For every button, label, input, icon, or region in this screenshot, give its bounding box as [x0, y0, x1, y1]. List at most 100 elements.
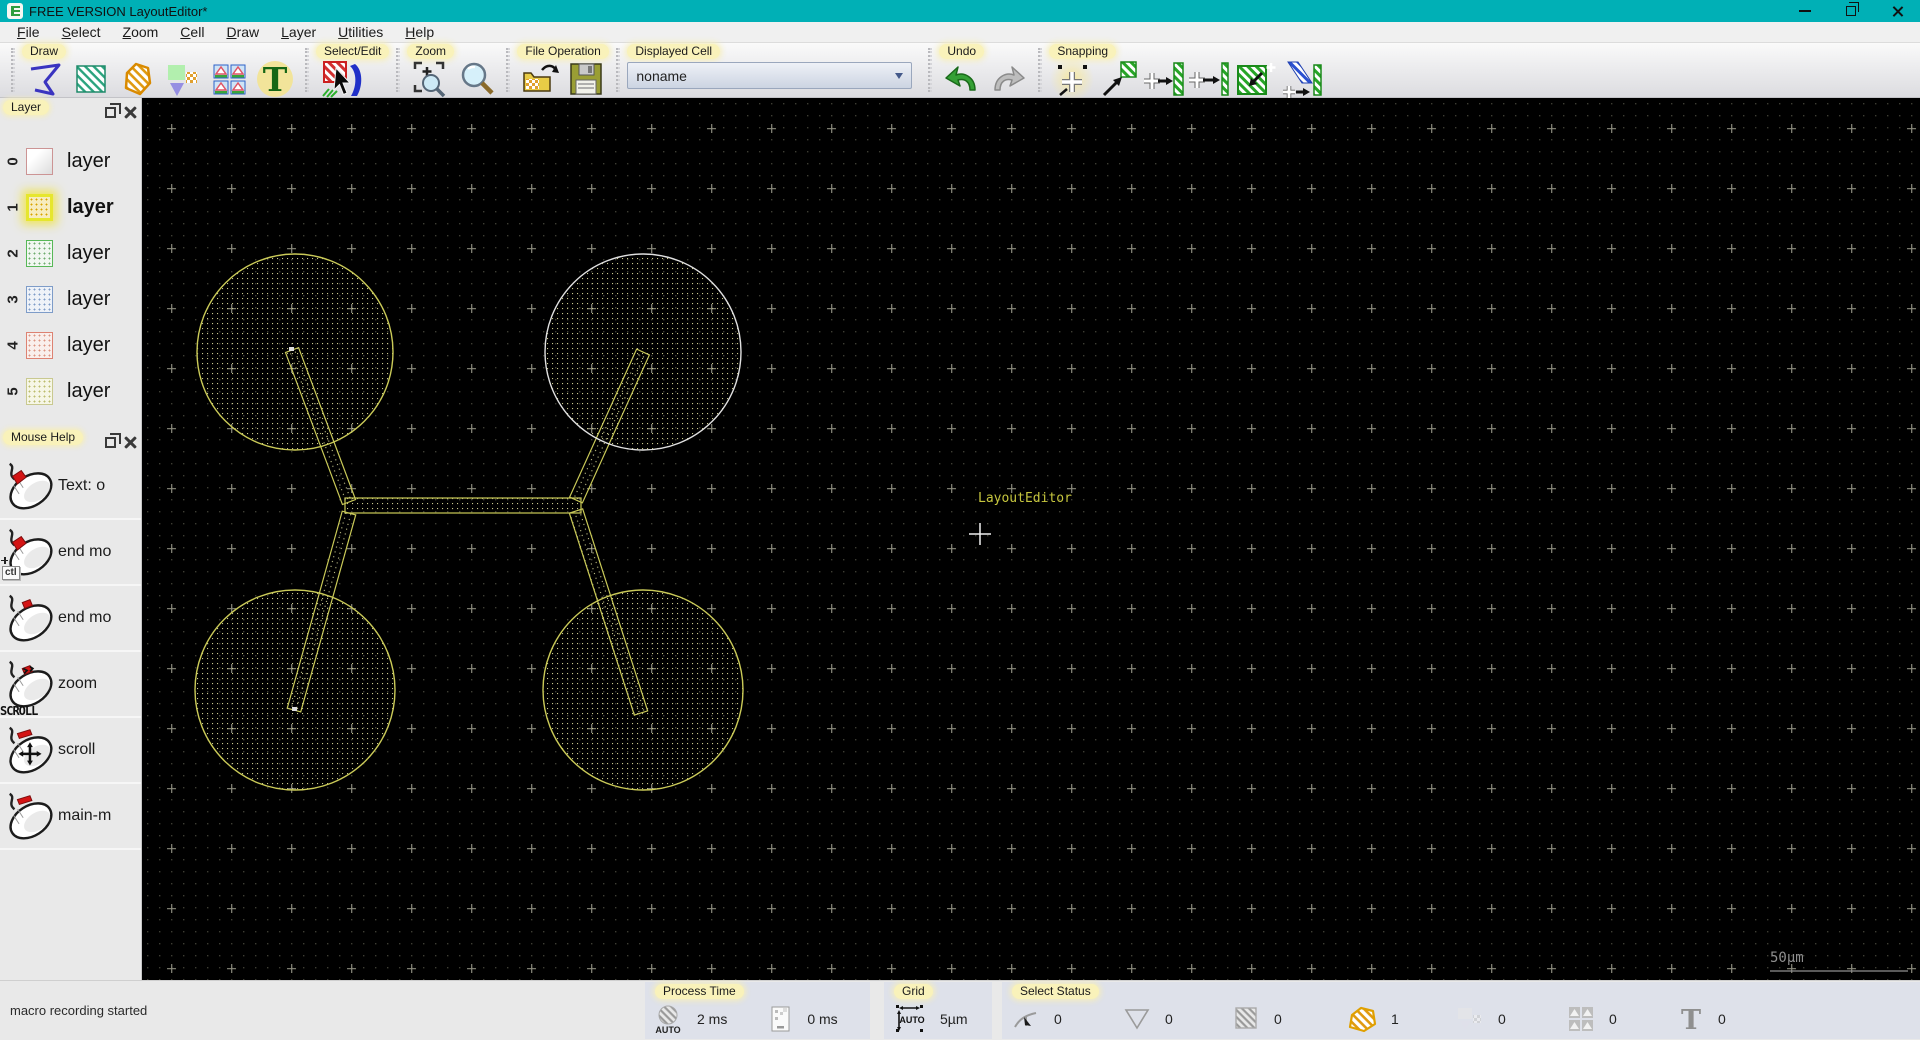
close-panel-icon[interactable]	[122, 105, 137, 120]
menu-zoom[interactable]: Zoom	[112, 24, 170, 40]
process-time-value: 0 ms	[807, 1011, 838, 1027]
toolbar-drag-handle[interactable]	[305, 48, 309, 92]
snap-diagonal-button[interactable]	[1279, 59, 1325, 99]
layer-swatch[interactable]	[26, 239, 53, 267]
select-counter-cell: 0	[1456, 1006, 1567, 1032]
mouse-help-header: Mouse Help	[0, 428, 141, 454]
save-file-icon	[570, 63, 603, 95]
plus-mark-icon	[1, 557, 8, 564]
layer-row-3[interactable]: 3 layer	[0, 276, 141, 322]
select-counter-point: 0	[1012, 1006, 1123, 1032]
mouse-help-label: main-m	[58, 807, 112, 824]
layer-row-5[interactable]: 5 layer	[0, 368, 141, 414]
layer-label[interactable]: layer	[67, 196, 114, 219]
polyline-tool-icon	[30, 63, 61, 96]
layer-swatch[interactable]	[26, 377, 53, 405]
close-panel-icon[interactable]	[122, 435, 137, 450]
save-file-button[interactable]	[563, 59, 609, 99]
text-select-icon: T	[1681, 1005, 1701, 1033]
displayed-cell-value: noname	[636, 67, 687, 84]
layer-panel: Layer 0 layer 1 layer 2 layer 3 layer 4 …	[0, 98, 141, 428]
layer-number: 1	[4, 202, 22, 212]
toolbar-drag-handle[interactable]	[506, 48, 511, 92]
toolbar-group-undo: Undo	[939, 44, 1031, 99]
menu-utilities[interactable]: Utilities	[327, 24, 394, 40]
layer-row-2[interactable]: 2 layer	[0, 230, 141, 276]
box-tool-icon	[76, 65, 106, 93]
layer-swatch[interactable]	[26, 331, 53, 359]
toolbar-drag-handle[interactable]	[11, 48, 15, 92]
layer-row-1[interactable]: 1 layer	[0, 184, 141, 230]
magnifier-button[interactable]	[453, 59, 499, 99]
toolbar-drag-handle[interactable]	[616, 48, 621, 92]
group-label-grid: Grid	[894, 984, 933, 999]
redo-icon	[994, 66, 1026, 91]
mouse-help-row: scroll	[0, 718, 141, 784]
close-button[interactable]	[1874, 0, 1920, 22]
cell-tool-button[interactable]	[160, 59, 206, 99]
chevron-down-icon	[895, 72, 904, 79]
menu-layer[interactable]: Layer	[270, 24, 327, 40]
snap-line-icon	[1189, 62, 1230, 96]
grid-value: 5µm	[940, 1011, 968, 1027]
toolbar-drag-handle[interactable]	[928, 48, 933, 92]
design-view: LayoutEditor 50µm	[142, 98, 1919, 980]
zoom-window-button[interactable]	[407, 59, 453, 99]
select-status-group: Select Status 0 0 0 1 0 0 T 0	[1002, 982, 1920, 1039]
menu-file[interactable]: File	[6, 24, 51, 40]
select-mode-button[interactable]	[316, 59, 372, 99]
layer-panel-header: Layer	[0, 98, 141, 124]
snap-edge-button[interactable]	[1141, 59, 1187, 99]
process-time-item: AUTO 2 ms	[655, 1003, 727, 1035]
toolbar-drag-handle[interactable]	[396, 48, 401, 92]
snap-element-button[interactable]	[1095, 59, 1141, 99]
displayed-cell-combobox[interactable]: noname	[627, 62, 913, 89]
toolbar: Draw T Select/Edit Zoom File Operation D…	[0, 43, 1920, 99]
select-count: 0	[1498, 1011, 1506, 1027]
snap-line-button[interactable]	[1187, 59, 1233, 99]
mouse-help-label: scroll	[58, 741, 96, 758]
menu-help[interactable]: Help	[394, 24, 445, 40]
redo-button[interactable]	[985, 59, 1031, 99]
open-file-button[interactable]	[517, 59, 563, 99]
restore-button[interactable]	[1828, 0, 1874, 22]
float-panel-icon[interactable]	[105, 432, 121, 448]
layer-swatch[interactable]	[26, 147, 53, 175]
layout-canvas[interactable]: LayoutEditor 50µm	[142, 98, 1920, 980]
layer-label[interactable]: layer	[67, 380, 110, 403]
layer-swatch[interactable]	[26, 193, 53, 221]
minimize-button[interactable]	[1782, 0, 1828, 22]
select-count: 1	[1391, 1011, 1399, 1027]
group-label-draw: Draw	[22, 44, 67, 59]
float-panel-icon[interactable]	[105, 102, 121, 118]
layer-label[interactable]: layer	[67, 150, 110, 173]
snap-area-button[interactable]	[1233, 59, 1279, 99]
menu-cell[interactable]: Cell	[169, 24, 215, 40]
cell-array-tool-button[interactable]	[206, 59, 252, 99]
undo-button[interactable]	[939, 59, 985, 99]
group-label-snapping: Snapping	[1049, 44, 1117, 59]
polygon-tool-button[interactable]	[114, 59, 160, 99]
text-tool-button[interactable]: T	[252, 59, 298, 99]
menu-draw[interactable]: Draw	[215, 24, 270, 40]
layer-row-0[interactable]: 0 layer	[0, 138, 141, 184]
process-time-item: 0 ms	[769, 1005, 838, 1033]
snap-grid-button[interactable]	[1049, 59, 1096, 99]
box-tool-button[interactable]	[68, 59, 114, 99]
layer-label[interactable]: layer	[67, 334, 110, 357]
layer-row-4[interactable]: 4 layer	[0, 322, 141, 368]
open-file-icon	[523, 64, 560, 92]
mouse-help-row: main-m	[0, 784, 141, 850]
snap-element-icon	[1103, 61, 1138, 97]
snap-area-icon	[1237, 63, 1276, 95]
titlebar: FREE VERSION LayoutEditor*	[0, 0, 1920, 22]
select-counter-box: 0	[1234, 1006, 1345, 1032]
layer-swatch[interactable]	[26, 285, 53, 313]
polyline-tool-button[interactable]	[22, 59, 68, 99]
layer-label[interactable]: layer	[67, 242, 110, 265]
layer-label[interactable]: layer	[67, 288, 110, 311]
box-select-icon	[1235, 1007, 1257, 1029]
toolbar-drag-handle[interactable]	[1038, 48, 1043, 92]
menu-select[interactable]: Select	[51, 24, 112, 40]
toolbar-group-select-edit: Select/Edit	[316, 44, 390, 99]
